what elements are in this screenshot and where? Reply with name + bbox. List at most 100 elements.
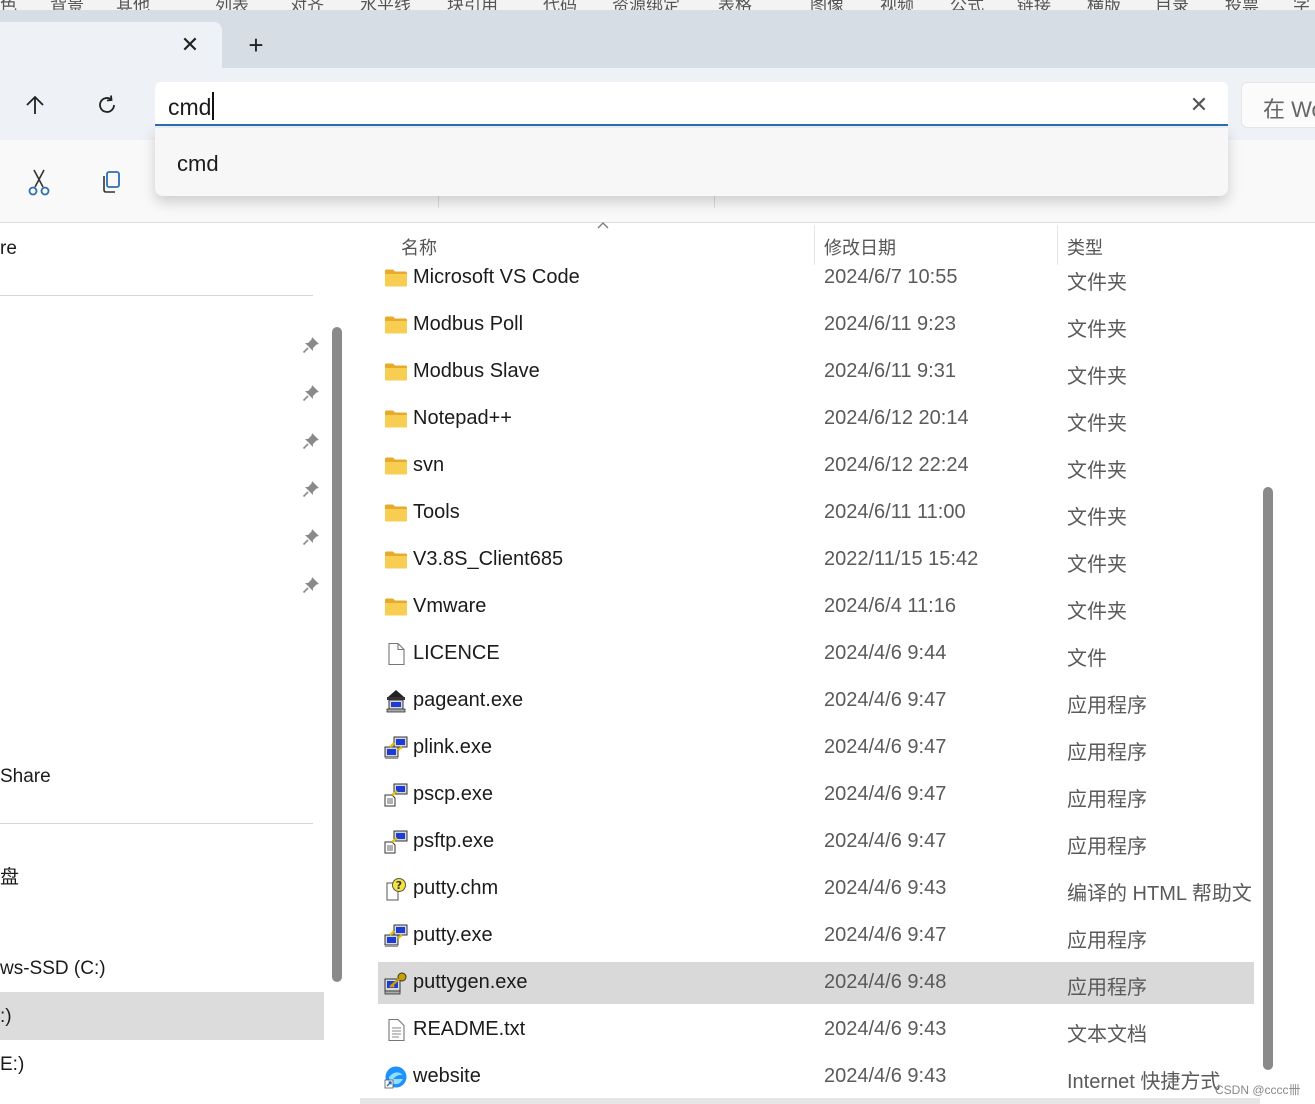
pin-icon[interactable] bbox=[302, 384, 320, 402]
file-date: 2024/4/6 9:44 bbox=[824, 642, 947, 664]
app-menu-item[interactable]: 图像 bbox=[810, 0, 844, 10]
app-menu-item[interactable]: 字 bbox=[1293, 0, 1310, 10]
nav-item-drive[interactable]: 盘 bbox=[0, 862, 19, 889]
folder-icon bbox=[384, 548, 408, 572]
file-type: 文件夹 bbox=[1067, 413, 1127, 435]
horizontal-scrollbar-track[interactable] bbox=[360, 1098, 1260, 1104]
nav-item-drive-c[interactable]: ws-SSD (C:) bbox=[0, 958, 106, 980]
folder-icon bbox=[384, 313, 408, 337]
file-date: 2024/6/11 9:31 bbox=[824, 360, 956, 382]
up-button[interactable] bbox=[18, 88, 52, 122]
nav-item-home[interactable]: re bbox=[0, 238, 17, 260]
pin-icon[interactable] bbox=[302, 528, 320, 546]
new-tab-button[interactable]: + bbox=[244, 32, 268, 58]
pin-icon[interactable] bbox=[302, 336, 320, 354]
file-row[interactable]: ? putty.chm 2024/4/6 9:43 编译的 HTML 帮助文... bbox=[378, 868, 1254, 910]
nav-divider bbox=[0, 295, 313, 296]
file-type: 文件夹 bbox=[1067, 366, 1127, 388]
file-row[interactable]: V3.8S_Client685 2022/11/15 15:42 文件夹 bbox=[378, 539, 1254, 581]
app-menu-item[interactable]: 对齐 bbox=[290, 0, 324, 10]
address-input[interactable]: cmd bbox=[168, 92, 215, 121]
address-suggestions bbox=[155, 128, 1228, 196]
file-name: website bbox=[413, 1065, 481, 1087]
pin-icon[interactable] bbox=[302, 432, 320, 450]
file-row[interactable]: Modbus Slave 2024/6/11 9:31 文件夹 bbox=[378, 351, 1254, 393]
address-clear-button[interactable]: ✕ bbox=[1186, 92, 1212, 118]
file-row[interactable]: svn 2024/6/12 22:24 文件夹 bbox=[378, 445, 1254, 487]
file-row[interactable]: puttygen.exe 2024/4/6 9:48 应用程序 bbox=[378, 962, 1254, 1004]
file-row[interactable]: pscp.exe 2024/4/6 9:47 应用程序 bbox=[378, 774, 1254, 816]
file-type: 文件夹 bbox=[1067, 460, 1127, 482]
file-type: 文件夹 bbox=[1067, 507, 1127, 529]
nav-item-drive-e[interactable]: E:) bbox=[0, 1054, 24, 1076]
address-bar[interactable] bbox=[155, 82, 1228, 126]
file-list-scrollbar[interactable] bbox=[1263, 487, 1273, 1070]
putty-icon bbox=[384, 736, 408, 760]
copy-icon bbox=[103, 171, 120, 193]
app-menu-item[interactable]: 视频 bbox=[880, 0, 914, 10]
app-menu-strip: 色 背景 其他 列表 对齐 水平线 块引用 代码 资源绑定 表格 图像 视频 公式 链接 横版 目录 投票 字 bbox=[0, 0, 1315, 10]
file-row[interactable]: Tools 2024/6/11 11:00 文件夹 bbox=[378, 492, 1254, 534]
file-row[interactable]: Notepad++ 2024/6/12 20:14 文件夹 bbox=[378, 398, 1254, 440]
suggestion-item[interactable]: cmd bbox=[177, 151, 219, 177]
file-row[interactable]: plink.exe 2024/4/6 9:47 应用程序 bbox=[378, 727, 1254, 769]
file-row[interactable]: putty.exe 2024/4/6 9:47 应用程序 bbox=[378, 915, 1254, 957]
file-name: svn bbox=[413, 454, 445, 476]
file-row[interactable]: LICENCE 2024/4/6 9:44 文件 bbox=[378, 633, 1254, 675]
help-icon: ? bbox=[384, 877, 408, 901]
file-type: 文件夹 bbox=[1067, 272, 1127, 294]
nav-scrollbar[interactable] bbox=[332, 327, 342, 982]
app-menu-item[interactable]: 链接 bbox=[1017, 0, 1051, 10]
search-placeholder[interactable]: 在 Wo bbox=[1263, 92, 1315, 124]
file-name: plink.exe bbox=[413, 736, 492, 758]
pin-icon[interactable] bbox=[302, 576, 320, 594]
app-menu-item[interactable]: 列表 bbox=[215, 0, 249, 10]
app-menu-item[interactable]: 表格 bbox=[718, 0, 752, 10]
app-menu-item[interactable]: 横版 bbox=[1087, 0, 1121, 10]
cut-button[interactable] bbox=[22, 165, 56, 199]
app-menu-item[interactable]: 其他 bbox=[116, 0, 150, 10]
file-name: Tools bbox=[413, 501, 460, 523]
app-menu-item[interactable]: 块引用 bbox=[447, 0, 498, 10]
refresh-button[interactable] bbox=[90, 88, 124, 122]
file-type: 应用程序 bbox=[1067, 930, 1147, 952]
file-date: 2024/4/6 9:43 bbox=[824, 877, 947, 899]
nav-item-drive-d[interactable]: :) bbox=[0, 1006, 12, 1028]
file-name: README.txt bbox=[413, 1018, 526, 1040]
app-menu-item[interactable]: 代码 bbox=[543, 0, 577, 10]
app-menu-item[interactable]: 背景 bbox=[50, 0, 84, 10]
file-row[interactable]: psftp.exe 2024/4/6 9:47 应用程序 bbox=[378, 821, 1254, 863]
file-type: 编译的 HTML 帮助文... bbox=[1067, 883, 1252, 905]
app-menu-item[interactable]: 目录 bbox=[1155, 0, 1189, 10]
file-row[interactable]: pageant.exe 2024/4/6 9:47 应用程序 bbox=[378, 680, 1254, 722]
file-row[interactable]: Modbus Poll 2024/6/11 9:23 文件夹 bbox=[378, 304, 1254, 346]
nav-item-share[interactable]: Share bbox=[0, 766, 51, 788]
file-row[interactable]: Vmware 2024/6/4 11:16 文件夹 bbox=[378, 586, 1254, 628]
file-name: Modbus Poll bbox=[413, 313, 524, 335]
file-row[interactable]: website 2024/4/6 9:43 Internet 快捷方式 bbox=[378, 1056, 1254, 1098]
file-date: 2024/4/6 9:43 bbox=[824, 1065, 947, 1087]
app-menu-item[interactable]: 色 bbox=[0, 0, 17, 10]
watermark: CSDN @cccc卌 bbox=[1215, 1083, 1301, 1097]
app-menu-item[interactable]: 投票 bbox=[1225, 0, 1259, 10]
app-menu-item[interactable]: 水平线 bbox=[360, 0, 411, 10]
folder-icon bbox=[384, 501, 408, 525]
file-date: 2024/4/6 9:43 bbox=[824, 1018, 947, 1040]
tab-close-button[interactable]: ✕ bbox=[178, 33, 202, 57]
app-menu-item[interactable]: 资源绑定 bbox=[612, 0, 680, 10]
file-type: 应用程序 bbox=[1067, 695, 1147, 717]
pscp-icon bbox=[384, 783, 408, 807]
file-date: 2024/4/6 9:47 bbox=[824, 736, 947, 758]
file-date: 2024/4/6 9:47 bbox=[824, 830, 947, 852]
file-row[interactable]: README.txt 2024/4/6 9:43 文本文档 bbox=[378, 1009, 1254, 1051]
pin-icon[interactable] bbox=[302, 480, 320, 498]
copy-button[interactable] bbox=[94, 165, 128, 199]
file-row[interactable]: Microsoft VS Code 2024/6/7 10:55 文件夹 bbox=[378, 257, 1254, 299]
file-date: 2024/6/4 11:16 bbox=[824, 595, 956, 617]
refresh-icon bbox=[99, 95, 115, 113]
file-name: pageant.exe bbox=[413, 689, 524, 711]
folder-icon bbox=[384, 266, 408, 290]
file-name: LICENCE bbox=[413, 642, 500, 664]
file-name: puttygen.exe bbox=[413, 971, 528, 993]
app-menu-item[interactable]: 公式 bbox=[950, 0, 984, 10]
